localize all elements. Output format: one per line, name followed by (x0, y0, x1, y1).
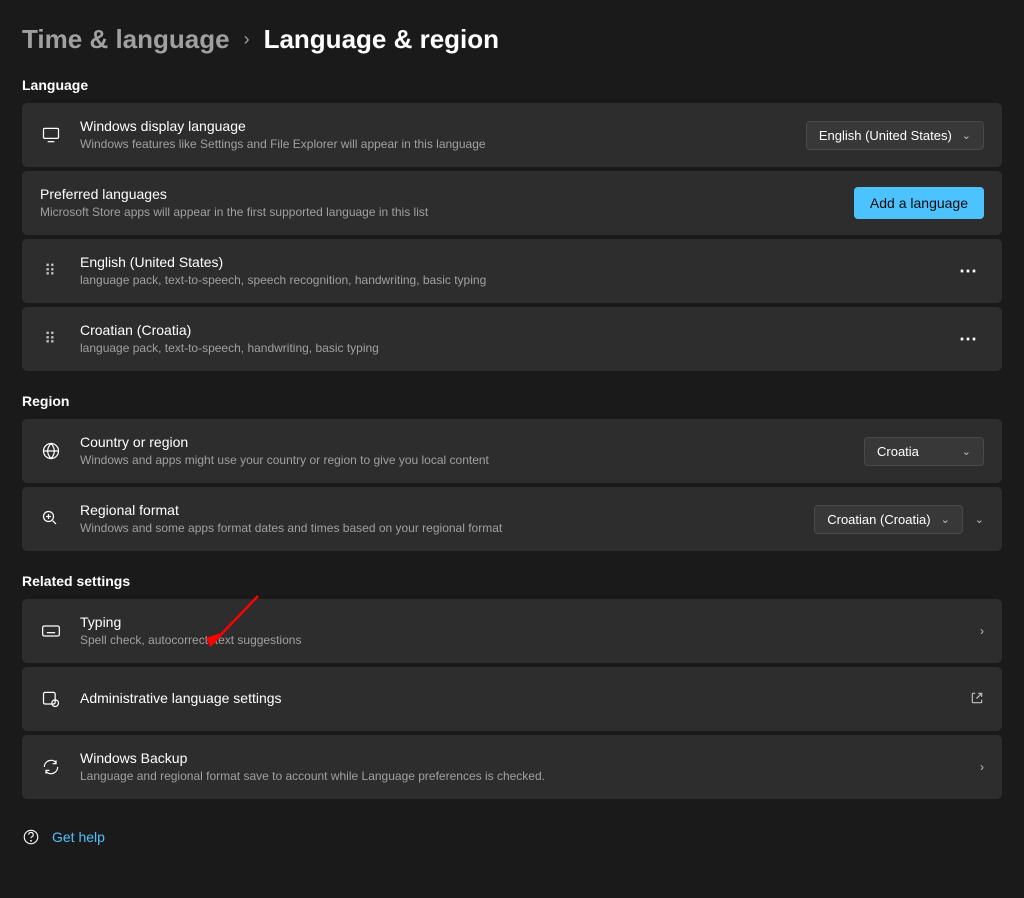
section-title-related: Related settings (22, 573, 1002, 589)
country-region-card: Country or region Windows and apps might… (22, 419, 1002, 483)
expand-icon[interactable]: ⌄ (975, 513, 984, 526)
language-item-croatian[interactable]: ⠿ Croatian (Croatia) language pack, text… (22, 307, 1002, 371)
chevron-right-icon: › (244, 29, 250, 50)
regional-format-select[interactable]: Croatian (Croatia) ⌄ (814, 505, 963, 534)
regional-format-card: Regional format Windows and some apps fo… (22, 487, 1002, 551)
preferred-languages-title: Preferred languages (40, 186, 836, 202)
add-language-button[interactable]: Add a language (854, 187, 984, 219)
display-language-subtitle: Windows features like Settings and File … (80, 136, 788, 153)
regional-format-value: Croatian (Croatia) (827, 512, 930, 527)
more-options-icon[interactable]: ⋯ (953, 261, 984, 282)
footer-help: Get help (22, 827, 1002, 847)
regional-format-title: Regional format (80, 502, 796, 518)
windows-backup-card[interactable]: Windows Backup Language and regional for… (22, 735, 1002, 799)
globe-icon (40, 441, 62, 461)
country-region-title: Country or region (80, 434, 846, 450)
more-options-icon[interactable]: ⋯ (953, 329, 984, 350)
country-region-select[interactable]: Croatia ⌄ (864, 437, 984, 466)
section-title-region: Region (22, 393, 1002, 409)
preferred-languages-subtitle: Microsoft Store apps will appear in the … (40, 204, 836, 221)
chevron-right-icon: › (980, 760, 984, 774)
chevron-down-icon: ⌄ (962, 129, 971, 142)
monitor-icon (40, 125, 62, 145)
windows-backup-subtitle: Language and regional format save to acc… (80, 768, 962, 785)
display-language-select[interactable]: English (United States) ⌄ (806, 121, 984, 150)
keyboard-icon (40, 621, 62, 641)
admin-language-title: Administrative language settings (80, 690, 952, 706)
chevron-down-icon: ⌄ (941, 513, 950, 526)
typing-title: Typing (80, 614, 962, 630)
display-language-value: English (United States) (819, 128, 952, 143)
windows-backup-title: Windows Backup (80, 750, 962, 766)
chevron-down-icon: ⌄ (962, 445, 971, 458)
get-help-link[interactable]: Get help (52, 829, 105, 845)
drag-handle-icon[interactable]: ⠿ (40, 261, 62, 281)
help-icon (22, 827, 40, 847)
chevron-right-icon: › (980, 624, 984, 638)
breadcrumb: Time & language › Language & region (22, 24, 1002, 55)
admin-icon (40, 689, 62, 709)
language-item-features: language pack, text-to-speech, handwriti… (80, 340, 935, 357)
backup-icon (40, 757, 62, 777)
language-item-name: Croatian (Croatia) (80, 322, 935, 338)
country-region-subtitle: Windows and apps might use your country … (80, 452, 846, 469)
section-title-language: Language (22, 77, 1002, 93)
display-language-title: Windows display language (80, 118, 788, 134)
admin-language-card[interactable]: Administrative language settings (22, 667, 1002, 731)
regional-format-subtitle: Windows and some apps format dates and t… (80, 520, 796, 537)
typing-subtitle: Spell check, autocorrect, text suggestio… (80, 632, 962, 649)
display-language-card: Windows display language Windows feature… (22, 103, 1002, 167)
language-item-english[interactable]: ⠿ English (United States) language pack,… (22, 239, 1002, 303)
typing-card[interactable]: Typing Spell check, autocorrect, text su… (22, 599, 1002, 663)
open-external-icon (970, 691, 984, 708)
breadcrumb-parent[interactable]: Time & language (22, 24, 230, 55)
language-item-features: language pack, text-to-speech, speech re… (80, 272, 935, 289)
country-region-value: Croatia (877, 444, 919, 459)
breadcrumb-current: Language & region (264, 24, 499, 55)
region-format-icon (40, 509, 62, 529)
language-item-name: English (United States) (80, 254, 935, 270)
preferred-languages-header: Preferred languages Microsoft Store apps… (22, 171, 1002, 235)
drag-handle-icon[interactable]: ⠿ (40, 329, 62, 349)
